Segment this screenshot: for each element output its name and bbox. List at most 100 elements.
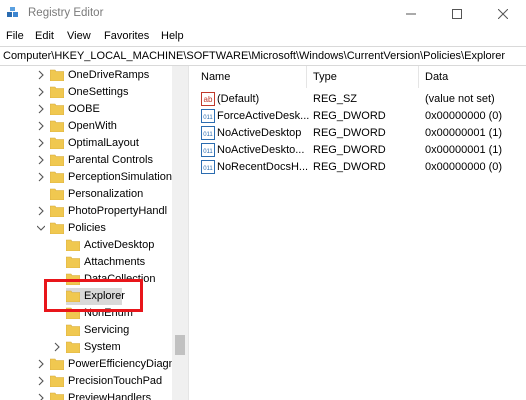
tree-scrollbar-thumb[interactable] — [175, 335, 185, 355]
minimize-button[interactable] — [388, 0, 434, 27]
svg-text:ab: ab — [204, 95, 213, 104]
address-bar[interactable]: Computer\HKEY_LOCAL_MACHINE\SOFTWARE\Mic… — [0, 46, 526, 66]
chevron-right-icon[interactable] — [37, 138, 45, 148]
tree-item[interactable]: OOBE — [0, 101, 172, 118]
tree-item[interactable]: System — [0, 339, 172, 356]
value-name: NoRecentDocsH... — [217, 161, 309, 173]
menu-help[interactable]: Help — [161, 30, 184, 42]
folder-icon — [50, 358, 64, 370]
value-row[interactable]: 011 ForceActiveDesk... REG_DWORD 0x00000000… — [196, 108, 526, 125]
value-name: NoActiveDeskto... — [217, 144, 305, 156]
column-separator[interactable] — [418, 66, 419, 88]
tree-item[interactable]: PrecisionTouchPad — [0, 373, 172, 390]
maximize-icon — [452, 8, 462, 19]
svg-text:011: 011 — [203, 132, 213, 138]
tree-item[interactable]: Servicing — [0, 322, 172, 339]
tree-item[interactable]: OneDriveRamps — [0, 67, 172, 84]
close-button[interactable] — [480, 0, 526, 27]
value-type: REG_SZ — [313, 93, 358, 105]
pane-splitter[interactable] — [188, 66, 196, 400]
chevron-right-icon[interactable] — [37, 172, 45, 182]
svg-text:011: 011 — [203, 166, 213, 172]
svg-text:011: 011 — [203, 149, 213, 155]
tree-item[interactable]: Policies — [0, 220, 172, 237]
tree-item-label: PhotoPropertyHandl — [68, 205, 168, 217]
tree-item-label: OptimalLayout — [68, 137, 139, 149]
tree-item-label: Personalization — [68, 188, 144, 200]
column-header-name[interactable]: Name — [201, 66, 230, 88]
folder-icon — [50, 375, 64, 387]
folder-icon — [50, 86, 64, 98]
value-type: REG_DWORD — [313, 127, 386, 139]
title-bar: Registry Editor — [0, 0, 526, 27]
tree-item[interactable]: Parental Controls — [0, 152, 172, 169]
chevron-right-icon[interactable] — [37, 104, 45, 114]
tree-item-label: Attachments — [84, 256, 146, 268]
value-row[interactable]: 011 NoRecentDocsH... REG_DWORD 0x00000000 (… — [196, 159, 526, 176]
value-data: 0x00000000 (0) — [425, 110, 503, 122]
tree-item-label: PowerEfficiencyDiagn — [68, 358, 175, 370]
tree-item[interactable]: Attachments — [0, 254, 172, 271]
tree-item[interactable]: OneSettings — [0, 84, 172, 101]
window-title: Registry Editor — [28, 7, 104, 19]
binary-value-icon: 011 — [201, 160, 215, 174]
tree-item-label: Parental Controls — [68, 154, 153, 166]
tree-item[interactable]: PreviewHandlers — [0, 390, 172, 400]
tree-item-label: PerceptionSimulation — [68, 171, 172, 183]
menu-view[interactable]: View — [67, 30, 91, 42]
binary-value-icon: 011 — [201, 109, 215, 123]
folder-icon — [50, 222, 64, 234]
chevron-right-icon[interactable] — [37, 359, 45, 369]
close-icon — [498, 8, 508, 19]
chevron-right-icon[interactable] — [37, 155, 45, 165]
chevron-right-icon[interactable] — [37, 376, 45, 386]
value-row[interactable]: 011 NoActiveDesktop REG_DWORD 0x00000001 (1… — [196, 125, 526, 142]
chevron-right-icon[interactable] — [37, 70, 45, 80]
chevron-right-icon[interactable] — [37, 87, 45, 97]
tree-item[interactable]: PerceptionSimulation — [0, 169, 172, 186]
value-row[interactable]: ab (Default) REG_SZ (value not set) — [196, 91, 526, 108]
value-data: 0x00000001 (1) — [425, 144, 503, 156]
folder-icon — [50, 69, 64, 81]
value-data: (value not set) — [425, 93, 495, 105]
tree-item[interactable]: PhotoPropertyHandl — [0, 203, 172, 220]
menu-edit[interactable]: Edit — [35, 30, 54, 42]
value-name: NoActiveDesktop — [217, 127, 302, 139]
chevron-right-icon[interactable] — [53, 342, 61, 352]
chevron-right-icon[interactable] — [37, 393, 45, 400]
tree-item-label: PrecisionTouchPad — [68, 375, 163, 387]
tree-item[interactable]: ActiveDesktop — [0, 237, 172, 254]
maximize-button[interactable] — [434, 0, 480, 27]
column-separator[interactable] — [306, 66, 307, 88]
menu-favorites[interactable]: Favorites — [104, 30, 149, 42]
column-header-data[interactable]: Data — [425, 66, 448, 88]
folder-icon — [66, 341, 80, 353]
tree-item-label: ActiveDesktop — [84, 239, 155, 251]
column-header-type[interactable]: Type — [313, 66, 337, 88]
tree-item-label: PreviewHandlers — [68, 392, 152, 400]
string-value-icon: ab — [201, 92, 215, 106]
menu-file[interactable]: File — [6, 30, 24, 42]
value-type: REG_DWORD — [313, 161, 386, 173]
minimize-icon — [406, 13, 416, 14]
tree-item[interactable]: OpenWith — [0, 118, 172, 135]
binary-value-icon: 011 — [201, 126, 215, 140]
folder-icon — [50, 154, 64, 166]
folder-icon — [50, 392, 64, 400]
address-path: Computer\HKEY_LOCAL_MACHINE\SOFTWARE\Mic… — [3, 50, 506, 62]
tree-item[interactable]: Personalization — [0, 186, 172, 203]
tree-item[interactable]: PowerEfficiencyDiagn — [0, 356, 175, 373]
tree-item-label: OpenWith — [68, 120, 117, 132]
folder-icon — [50, 103, 64, 115]
folder-icon — [66, 324, 80, 336]
chevron-right-icon[interactable] — [37, 206, 45, 216]
chevron-right-icon[interactable] — [37, 121, 45, 131]
folder-icon — [50, 120, 64, 132]
value-row[interactable]: 011 NoActiveDeskto... REG_DWORD 0x00000001 … — [196, 142, 526, 159]
chevron-down-icon[interactable] — [37, 223, 45, 233]
tree-item-label: Policies — [68, 222, 106, 234]
menu-bar: File Edit View Favorites Help — [0, 27, 526, 46]
tree-item-label: Servicing — [84, 324, 130, 336]
key-tree: OneDriveRamps OneSettings OOBE OpenWith Opti… — [0, 66, 188, 400]
tree-item[interactable]: OptimalLayout — [0, 135, 172, 152]
